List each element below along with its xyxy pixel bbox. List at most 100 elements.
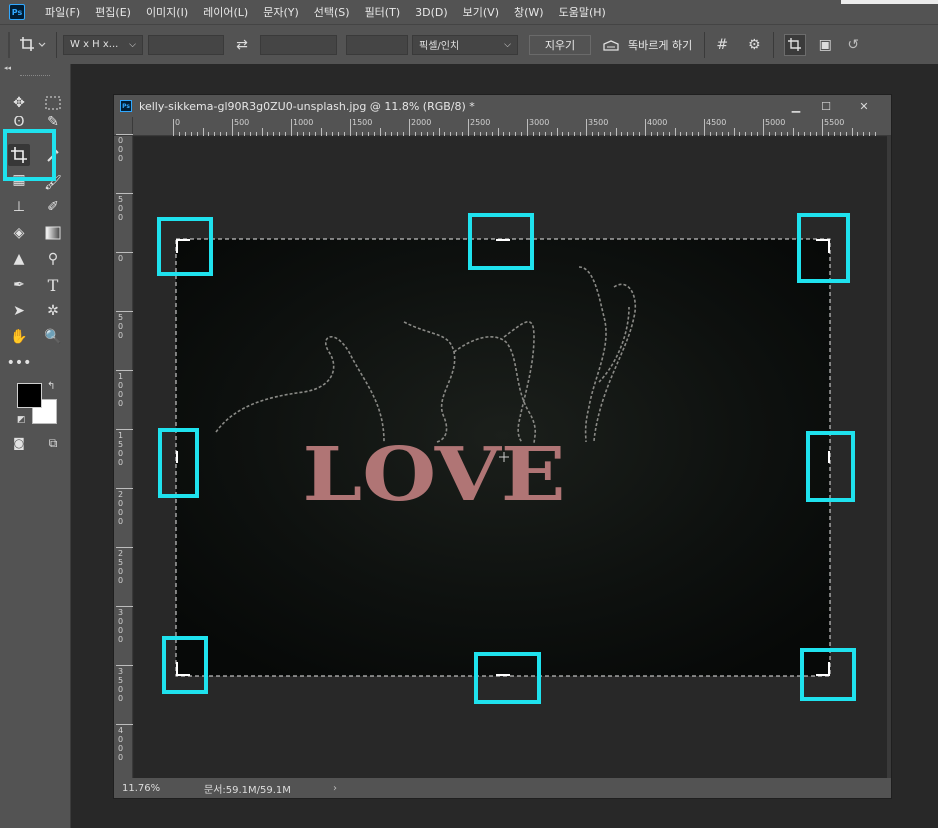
swap-dimensions-icon[interactable]: ⇄ [224, 34, 260, 56]
menu-select[interactable]: 선택(S) [314, 4, 350, 20]
ruler-minor-tick [503, 132, 505, 136]
close-icon[interactable]: ✕ [844, 98, 884, 114]
ruler-tick [116, 134, 133, 135]
move-tool-icon[interactable]: ✥ [8, 92, 30, 114]
shape-tool-icon[interactable]: ✲ [42, 300, 64, 322]
eyedropper-tool-icon[interactable] [42, 144, 64, 166]
ruler-minor-tick [237, 132, 239, 136]
straighten-icon[interactable] [600, 34, 622, 56]
ruler-minor-tick [656, 132, 658, 136]
type-tool-icon[interactable]: T [42, 274, 64, 296]
ruler-label: 4000 [647, 118, 668, 127]
resolution-input[interactable] [346, 34, 408, 55]
menu-help[interactable]: 도움말(H) [559, 4, 606, 20]
menu-layer[interactable]: 레이어(L) [203, 4, 248, 20]
ruler-label: 5 0 0 [118, 313, 124, 340]
ruler-minor-tick [709, 132, 711, 136]
vertical-scrollbar[interactable] [887, 136, 891, 778]
more-tools-icon[interactable]: ••• [7, 352, 32, 374]
gear-icon[interactable]: ⚙ [743, 34, 765, 56]
ruler-minor-tick [692, 132, 694, 136]
tools-panel: ◂◂ ✥ ʘ ✎ ▦ 🖌 ⊥ ✐ ◈ ▲ ⚲ ✒ T ➤ ✲ ✋ 🔍 ••• ↰… [0, 64, 71, 828]
dodge-tool-icon[interactable]: ⚲ [42, 248, 64, 270]
content-aware-icon[interactable]: ▣ [814, 34, 836, 56]
canvas-area[interactable]: LOVE [134, 137, 887, 778]
ruler-minor-tick [591, 132, 593, 136]
zoom-tool-icon[interactable]: 🔍 [42, 326, 64, 348]
ruler-minor-tick [875, 132, 877, 136]
status-expand-icon[interactable]: › [333, 783, 337, 794]
resolution-unit-dropdown[interactable]: 픽셀/인치 ⌵ [412, 34, 518, 55]
menu-image[interactable]: 이미지(I) [146, 4, 188, 20]
menu-edit[interactable]: 편집(E) [95, 4, 131, 20]
ruler-label: 4 0 0 0 [118, 726, 124, 762]
maximize-icon[interactable]: ☐ [814, 98, 838, 114]
eraser-tool-icon[interactable]: ◈ [8, 222, 30, 244]
ruler-minor-tick [220, 132, 222, 136]
width-input[interactable] [148, 34, 224, 55]
foreground-color-swatch[interactable] [17, 383, 42, 408]
chevron-down-icon: ⌵ [504, 39, 511, 50]
default-colors-icon[interactable]: ◩ [17, 415, 26, 425]
ruler-minor-tick [184, 132, 186, 136]
ruler-label: 0 0 0 [118, 136, 124, 163]
brush-tool-icon[interactable]: 🖌 [42, 172, 64, 194]
collapse-toolbar-icon[interactable]: ◂◂ [4, 64, 12, 74]
separator [704, 31, 706, 58]
ruler-minor-tick [497, 128, 499, 136]
ruler-minor-tick [804, 132, 806, 136]
blur-tool-icon[interactable]: ▲ [8, 248, 30, 270]
lasso-tool-icon[interactable]: ʘ [8, 116, 30, 128]
crop-preset-picker[interactable] [16, 34, 50, 56]
ruler-tick [116, 724, 133, 725]
ruler-minor-tick [538, 132, 540, 136]
height-input[interactable] [260, 34, 337, 55]
path-select-tool-icon[interactable]: ➤ [8, 300, 30, 322]
screen-mode-icon[interactable]: ⧉ [42, 432, 64, 454]
ruler-minor-tick [361, 132, 363, 136]
ruler-minor-tick [757, 132, 759, 136]
vertical-ruler[interactable]: 0 0 0 5 0 0 0 5 0 0 1 0 0 0 1 5 0 0 2 0 0 0 2 5… [114, 134, 133, 794]
marquee-tool-icon[interactable] [42, 92, 64, 114]
menu-filter[interactable]: 필터(T) [365, 4, 401, 20]
ruler-minor-tick [609, 132, 611, 136]
window-controls [841, 0, 938, 4]
ruler-minor-tick [326, 132, 328, 136]
gradient-tool-icon[interactable] [42, 222, 64, 244]
quick-select-tool-icon[interactable]: ✎ [42, 116, 64, 128]
menu-window[interactable]: 창(W) [514, 4, 544, 20]
menu-file[interactable]: 파일(F) [45, 4, 80, 20]
ruler-minor-tick [597, 132, 599, 136]
ruler-minor-tick [344, 132, 346, 136]
ruler-minor-tick [686, 132, 688, 136]
pen-tool-icon[interactable]: ✒ [8, 274, 30, 296]
stamp-tool-icon[interactable]: ⊥ [8, 196, 30, 218]
reset-icon[interactable]: ↺ [842, 34, 864, 56]
hand-tool-icon[interactable]: ✋ [8, 326, 30, 348]
ruler-minor-tick [639, 132, 641, 136]
menu-3d[interactable]: 3D(D) [415, 6, 448, 19]
frame-tool-icon[interactable]: ▦ [8, 174, 30, 186]
menu-view[interactable]: 보기(V) [463, 4, 499, 20]
ruler-minor-tick [839, 132, 841, 136]
document-tab[interactable]: Ps kelly-sikkema-gl90R3g0ZU0-unsplash.jp… [114, 95, 891, 117]
ruler-minor-tick [851, 128, 853, 136]
ruler-minor-tick [633, 132, 635, 136]
horizontal-ruler[interactable]: 0 500 1000 1500 2000 2500 3000 3500 4000 4500 5000… [133, 117, 891, 136]
overlay-grid-icon[interactable]: # [711, 34, 733, 56]
crop-tool-icon[interactable] [8, 144, 30, 166]
ratio-dropdown[interactable]: W x H x... ⌵ [63, 34, 143, 55]
history-brush-icon[interactable]: ✐ [42, 196, 64, 218]
straighten-label[interactable]: 똑바르게 하기 [628, 37, 692, 53]
quick-mask-icon[interactable]: ◙ [8, 432, 30, 454]
menu-type[interactable]: 문자(Y) [263, 4, 299, 20]
minimize-icon[interactable]: ▁ [784, 98, 808, 114]
delete-cropped-pixels-icon[interactable] [784, 33, 807, 56]
ruler-minor-tick [833, 132, 835, 136]
clear-button[interactable]: 지우기 [529, 34, 591, 55]
ruler-label: 500 [234, 118, 250, 127]
toolbar-drag-handle[interactable] [20, 75, 50, 77]
swap-colors-icon[interactable]: ↰ [47, 381, 55, 392]
canvas-svg: LOVE [175, 238, 831, 677]
zoom-level[interactable]: 11.76% [122, 783, 168, 794]
